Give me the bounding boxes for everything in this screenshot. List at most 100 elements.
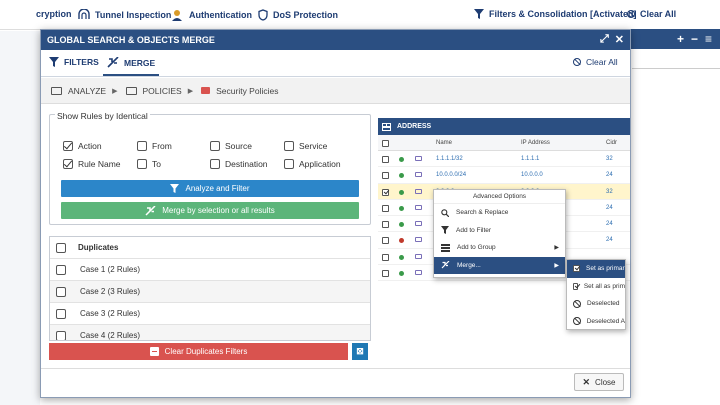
checkbox[interactable] [137,141,147,151]
submenu-item-set-primary[interactable]: Set as primar [567,260,625,278]
folder-icon [125,86,137,95]
advanced-options-menu: Advanced Options Search & Replace Add to… [433,189,566,278]
export-excel-button[interactable]: ⊠ [352,343,368,360]
tab-dos-protection[interactable]: DoS Protection [258,9,338,21]
list-item[interactable]: Case 3 (2 Rules) [50,303,370,325]
topbar-clear-all-button[interactable]: Clear All [627,9,676,19]
cell-cidr: 32 [606,156,613,162]
checkbox[interactable] [284,159,294,169]
checkbox[interactable] [63,141,73,151]
select-all-checkbox[interactable] [56,242,66,253]
status-dot-icon [399,222,404,228]
cell-cidr: 24 [606,172,613,179]
top-toolbar: cryption Tunnel Inspection Authenticatio… [0,0,720,30]
submenu-item-deselected-all[interactable]: Deselected A [567,313,625,330]
merge-selection-button[interactable]: Merge by selection or all results [61,202,359,219]
row-checkbox[interactable] [382,156,389,163]
merge-submenu: Set as primar Set all as prim Deselected… [566,259,626,330]
menu-item-merge[interactable]: Merge... ▶ [434,256,565,274]
checkbox[interactable] [210,159,220,169]
checkbox[interactable] [210,141,220,151]
submenu-item-deselected[interactable]: Deselected [567,295,625,313]
address-type-icon [415,270,422,276]
option-to[interactable]: To [137,159,161,169]
analyze-filter-button[interactable]: Analyze and Filter [61,180,359,197]
status-dot-icon [399,271,404,277]
tab-tunnel-inspection[interactable]: Tunnel Inspection [78,9,171,20]
column-header-cidr[interactable]: Cidr [606,140,617,146]
dialog-clear-all-button[interactable]: Clear All [573,57,618,67]
add-icon[interactable]: + [677,32,684,46]
breadcrumb-item[interactable]: ANALYZE [68,86,106,96]
filters-consolidation-toggle[interactable]: Filters & Consolidation [Activated] [474,9,637,19]
row-checkbox[interactable] [382,221,389,229]
checkbox[interactable] [56,264,66,275]
case-label: Case 1 (2 Rules) [80,265,141,274]
row-checkbox[interactable] [382,188,389,196]
row-checkbox[interactable] [382,204,389,212]
grid-header: ADDRESS [378,118,630,135]
shield-icon [258,9,268,21]
option-destination[interactable]: Destination [210,159,268,169]
row-checkbox[interactable] [382,237,389,245]
minus-icon[interactable]: − [691,32,698,46]
folder-icon [51,86,62,95]
menu-item-add-to-filter[interactable]: Add to Filter [434,222,565,240]
clear-all-label: Clear All [586,57,618,67]
row-checkbox[interactable] [382,172,389,180]
dialog-title: GLOBAL SEARCH & OBJECTS MERGE [47,35,215,45]
option-application[interactable]: Application [284,159,341,169]
checkbox[interactable] [284,141,294,151]
submenu-item-label: Set as primar [586,265,625,273]
option-source[interactable]: Source [210,141,252,151]
dialog-tabs: FILTERS MERGE Clear All [41,50,630,77]
breadcrumb-item[interactable]: POLICIES [143,86,182,96]
tab-authentication[interactable]: Authentication [172,9,252,21]
cell-cidr: 24 [606,204,613,211]
tab-decryption[interactable]: cryption [36,9,72,19]
checkbox[interactable] [56,308,66,319]
divider [632,68,720,69]
close-button[interactable]: ✕ Close [574,373,624,391]
column-header-ip[interactable]: IP Address [521,140,550,146]
checkbox[interactable] [56,330,66,340]
list-item[interactable]: Case 1 (2 Rules) [50,259,370,281]
table-row[interactable]: 1.1.1.1/32 1.1.1.1 32 [378,151,630,168]
tab-merge[interactable]: MERGE [102,57,160,76]
breadcrumb-item[interactable]: Security Policies [216,86,278,96]
menu-item-add-to-group[interactable]: Add to Group ▶ [434,239,565,257]
option-rule-name[interactable]: Rule Name [63,159,121,169]
tab-filters[interactable]: FILTERS [49,57,99,67]
option-action[interactable]: Action [63,141,102,151]
column-header-name[interactable]: Name [436,140,452,146]
menu-item-search-replace[interactable]: Search & Replace [434,204,565,222]
option-label: Source [225,141,252,151]
tunnel-icon [78,9,90,19]
dialog-titlebar: GLOBAL SEARCH & OBJECTS MERGE ⤢ ✕ [41,30,630,50]
check-icon [573,265,580,273]
address-type-icon [415,188,422,194]
checkbox[interactable] [137,159,147,169]
status-dot-icon [399,205,404,211]
option-service[interactable]: Service [284,141,327,151]
button-label: Close [595,377,616,387]
status-dot-icon [399,238,404,244]
select-all-checkbox[interactable] [382,140,389,147]
checkbox[interactable] [63,159,73,169]
submenu-item-set-all-primary[interactable]: Set all as prim [567,278,625,296]
option-from[interactable]: From [137,141,172,151]
row-checkbox[interactable] [382,253,389,261]
expand-icon[interactable]: ⤢ [600,33,609,46]
checkbox[interactable] [56,286,66,297]
row-checkbox[interactable] [382,270,389,278]
option-label: Service [299,141,328,151]
clear-duplicates-button[interactable]: Clear Duplicates Filters [49,343,348,360]
status-dot-icon [399,157,404,162]
list-item[interactable]: Case 2 (3 Rules) [50,281,370,303]
filters-consolidation-label: Filters & Consolidation [Activated] [489,9,637,19]
list-item[interactable]: Case 4 (2 Rules) [50,325,370,340]
close-icon[interactable]: ✕ [615,33,624,46]
menu-icon[interactable]: ≡ [705,32,712,46]
table-row[interactable]: 10.0.0.0/24 10.0.0.0 24 [378,167,630,184]
clear-all-label: Clear All [640,9,677,19]
